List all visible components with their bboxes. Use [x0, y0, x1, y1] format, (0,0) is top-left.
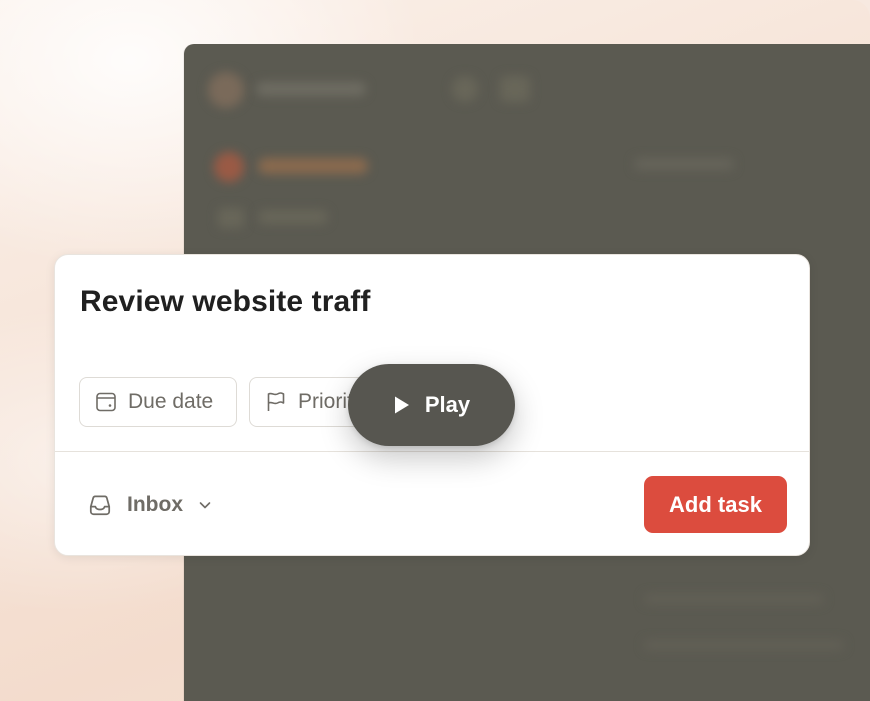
calendar-icon: [96, 392, 116, 412]
blurred-list-line: [644, 640, 844, 650]
blurred-add-task-label: [258, 158, 368, 174]
task-name-input[interactable]: Review website traff: [80, 285, 370, 319]
blurred-username: [256, 82, 366, 96]
blurred-add-task-icon: [214, 152, 244, 182]
add-task-button[interactable]: Add task: [644, 476, 787, 533]
inbox-icon: [89, 495, 111, 516]
blurred-layout-icon: [500, 76, 530, 102]
blurred-list-line: [644, 594, 824, 604]
chevron-down-icon: [199, 502, 211, 509]
due-date-button[interactable]: Due date: [79, 377, 237, 427]
play-label: Play: [424, 392, 471, 417]
blurred-nav-icon: [218, 208, 244, 228]
project-selector[interactable]: Inbox: [87, 487, 213, 523]
blurred-avatar: [208, 72, 244, 108]
project-label: Inbox: [127, 493, 183, 516]
due-date-label: Due date: [128, 390, 214, 413]
card-divider: [55, 451, 809, 452]
play-icon: [393, 395, 411, 415]
blurred-header-text: [634, 158, 734, 170]
play-button[interactable]: Play: [348, 364, 515, 446]
blurred-bell-icon: [452, 76, 478, 102]
flag-icon: [267, 392, 285, 411]
blurred-nav-label: [258, 210, 328, 224]
